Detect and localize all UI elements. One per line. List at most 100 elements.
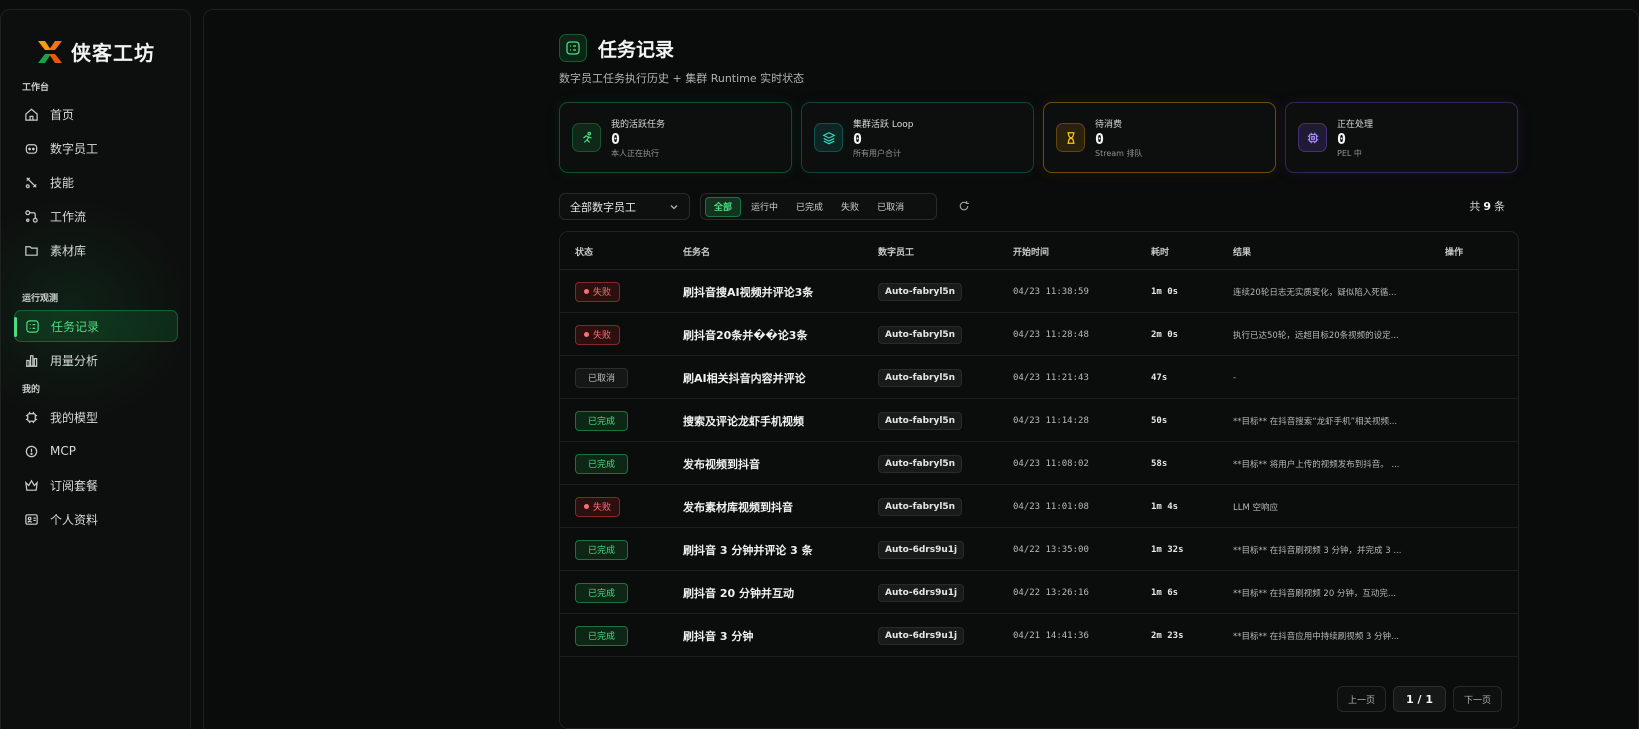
status-badge: 已取消 [575,367,629,388]
column-header-actions: 操作 [1445,248,1464,258]
start-time: 04/22 13:26:16 [1013,587,1089,598]
start-time: 04/23 11:08:02 [1013,458,1089,469]
task-name[interactable]: 刷AI相关抖音内容并评论 [683,356,806,399]
status-badge: 已完成 [575,539,629,560]
next-page-button[interactable]: 下一页 [1452,686,1502,712]
chip-icon [25,411,38,423]
duration: 1m 32s [1151,544,1184,555]
nav-section-observability: 运行观测 [22,294,59,304]
agent-cell: Auto-fabryl5n [878,313,963,356]
column-header-agent: 数字员工 [878,248,915,258]
sidebar-item-mcp[interactable]: MCP [14,435,178,467]
nav-section-workbench: 工作台 [22,83,50,93]
tab-completed[interactable]: 已完成 [788,197,831,217]
sidebar-item-label: 素材库 [50,243,87,258]
page-title: 任务记录 [598,38,675,61]
agent-tag: Auto-6drs9u1j [878,540,965,559]
start-time: 04/23 11:28:48 [1013,329,1089,340]
table-header: 状态 任务名 数字员工 开始时间 耗时 结果 操作 [560,232,1518,270]
agent-tag: Auto-6drs9u1j [878,583,965,602]
sidebar-item-label: 用量分析 [50,353,99,368]
nav-section-mine: 我的 [22,385,41,395]
sidebar: 侠客工坊 工作台 首页 数字员工 技能 工作流 素材库 运行观测 任务记录 用量… [0,9,191,729]
task-name[interactable]: 搜索及评论龙虾手机视频 [683,399,804,442]
tab-running[interactable]: 运行中 [743,197,786,217]
agent-cell: Auto-fabryl5n [878,270,963,313]
refresh-icon [959,201,969,211]
tab-all[interactable]: 全部 [705,196,742,217]
status-cell: 已完成 [575,571,629,614]
id-card-icon [25,513,38,525]
total-suffix: 条 [1494,200,1505,213]
tab-failed[interactable]: 失败 [833,197,867,217]
agent-tag: Auto-fabryl5n [878,411,963,430]
sidebar-item-task-records[interactable]: 任务记录 [14,310,178,342]
tools-icon [25,176,37,188]
table-row[interactable]: 已完成 刷抖音 20 分钟并互动 Auto-6drs9u1j 04/22 13:26:… [560,571,1518,614]
duration: 1m 0s [1151,286,1179,297]
agent-tag: Auto-6drs9u1j [878,626,965,645]
sidebar-item-profile[interactable]: 个人资料 [14,503,178,535]
running-icon [572,123,601,152]
cpu-icon [1298,123,1327,152]
tab-cancelled[interactable]: 已取消 [869,197,912,217]
stat-sub: 所有用户合计 [853,148,901,158]
status-filter-tabs: 全部 运行中 已完成 失败 已取消 [700,193,937,220]
table-row[interactable]: 已完成 刷抖音 3 分钟并评论 3 条 Auto-6drs9u1j 04/22 13:… [560,528,1518,571]
status-cell: 已完成 [575,614,629,657]
agent-tag: Auto-fabryl5n [878,368,963,387]
table-row[interactable]: 失败 刷抖音20条并��论3条 Auto-fabryl5n 04/23 11:28:4… [560,313,1518,356]
sidebar-item-material-library[interactable]: 素材库 [14,234,178,266]
sidebar-item-workflow[interactable]: 工作流 [14,200,178,232]
table-row[interactable]: 已完成 发布视频到抖音 Auto-fabryl5n 04/23 11:08:02 58s… [560,442,1518,485]
table-row[interactable]: 失败 刷抖音搜AI视频并评论3条 Auto-fabryl5n 04/23 11:38:… [560,270,1518,313]
brand-logo-icon [38,40,62,63]
plug-icon [25,445,38,457]
table-row[interactable]: 已完成 刷抖音 3 分钟 Auto-6drs9u1j 04/21 14:41:36 2m… [560,614,1518,657]
sidebar-item-my-models[interactable]: 我的模型 [14,401,178,433]
refresh-button[interactable] [955,197,973,215]
task-name[interactable]: 刷抖音20条并��论3条 [683,313,807,356]
page-subtitle: 数字员工任务执行历史 + 集群 Runtime 实时状态 [559,72,805,85]
task-name[interactable]: 刷抖音 20 分钟并互动 [683,571,794,614]
table-row[interactable]: 已取消 刷AI相关抖音内容并评论 Auto-fabryl5n 04/23 11:21:… [560,356,1518,399]
page-header: 任务记录 [559,34,674,62]
agent-cell: Auto-fabryl5n [878,485,963,528]
stat-value: 0 [853,129,863,148]
sidebar-item-subscription[interactable]: 订阅套餐 [14,469,178,501]
stat-card-cluster-active-loop: 集群活跃 Loop 0 所有用户合计 [801,102,1034,173]
stat-value: 0 [1095,129,1105,148]
start-time: 04/21 14:41:36 [1013,630,1089,641]
prev-page-button[interactable]: 上一页 [1336,686,1386,712]
task-name[interactable]: 发布素材库视频到抖音 [683,485,793,528]
task-name[interactable]: 发布视频到抖音 [683,442,760,485]
sidebar-item-label: 任务记录 [51,319,100,334]
task-name[interactable]: 刷抖音搜AI视频并评论3条 [683,270,813,313]
result-text: **目标** 在抖音搜索“龙虾手机”相关视频... [1233,416,1398,427]
sidebar-item-digital-employees[interactable]: 数字员工 [14,132,178,164]
sidebar-item-usage-analysis[interactable]: 用量分析 [14,344,178,376]
task-name[interactable]: 刷抖音 3 分钟并评论 3 条 [683,528,813,571]
result-text: 连续20轮日志无实质变化，疑似陷入死循... [1233,287,1397,298]
duration: 47s [1151,372,1168,383]
start-time: 04/23 11:01:08 [1013,501,1089,512]
status-badge: 失败 [575,281,621,302]
sidebar-item-skills[interactable]: 技能 [14,166,178,198]
table-row[interactable]: 已完成 搜索及评论龙虾手机视频 Auto-fabryl5n 04/23 11:14:2… [560,399,1518,442]
stat-label: 正在处理 [1337,119,1374,130]
start-time: 04/22 13:35:00 [1013,544,1089,555]
sidebar-item-home[interactable]: 首页 [14,98,178,130]
status-badge: 已完成 [575,410,629,431]
sidebar-item-label: 我的模型 [50,410,99,425]
total-count: 共 9 条 [1469,198,1505,214]
status-badge: 已完成 [575,453,629,474]
column-header-task-name: 任务名 [683,248,711,258]
sidebar-item-label: 工作流 [50,209,87,224]
duration: 50s [1151,415,1168,426]
table-row[interactable]: 失败 发布素材库视频到抖音 Auto-fabryl5n 04/23 11:01:08 1… [560,485,1518,528]
brand[interactable]: 侠客工坊 [37,37,155,66]
agent-filter-select[interactable]: 全部数字员工 [559,193,690,220]
sidebar-item-label: 个人资料 [50,512,99,527]
task-name[interactable]: 刷抖音 3 分钟 [683,614,753,657]
chevron-down-icon [670,204,678,209]
